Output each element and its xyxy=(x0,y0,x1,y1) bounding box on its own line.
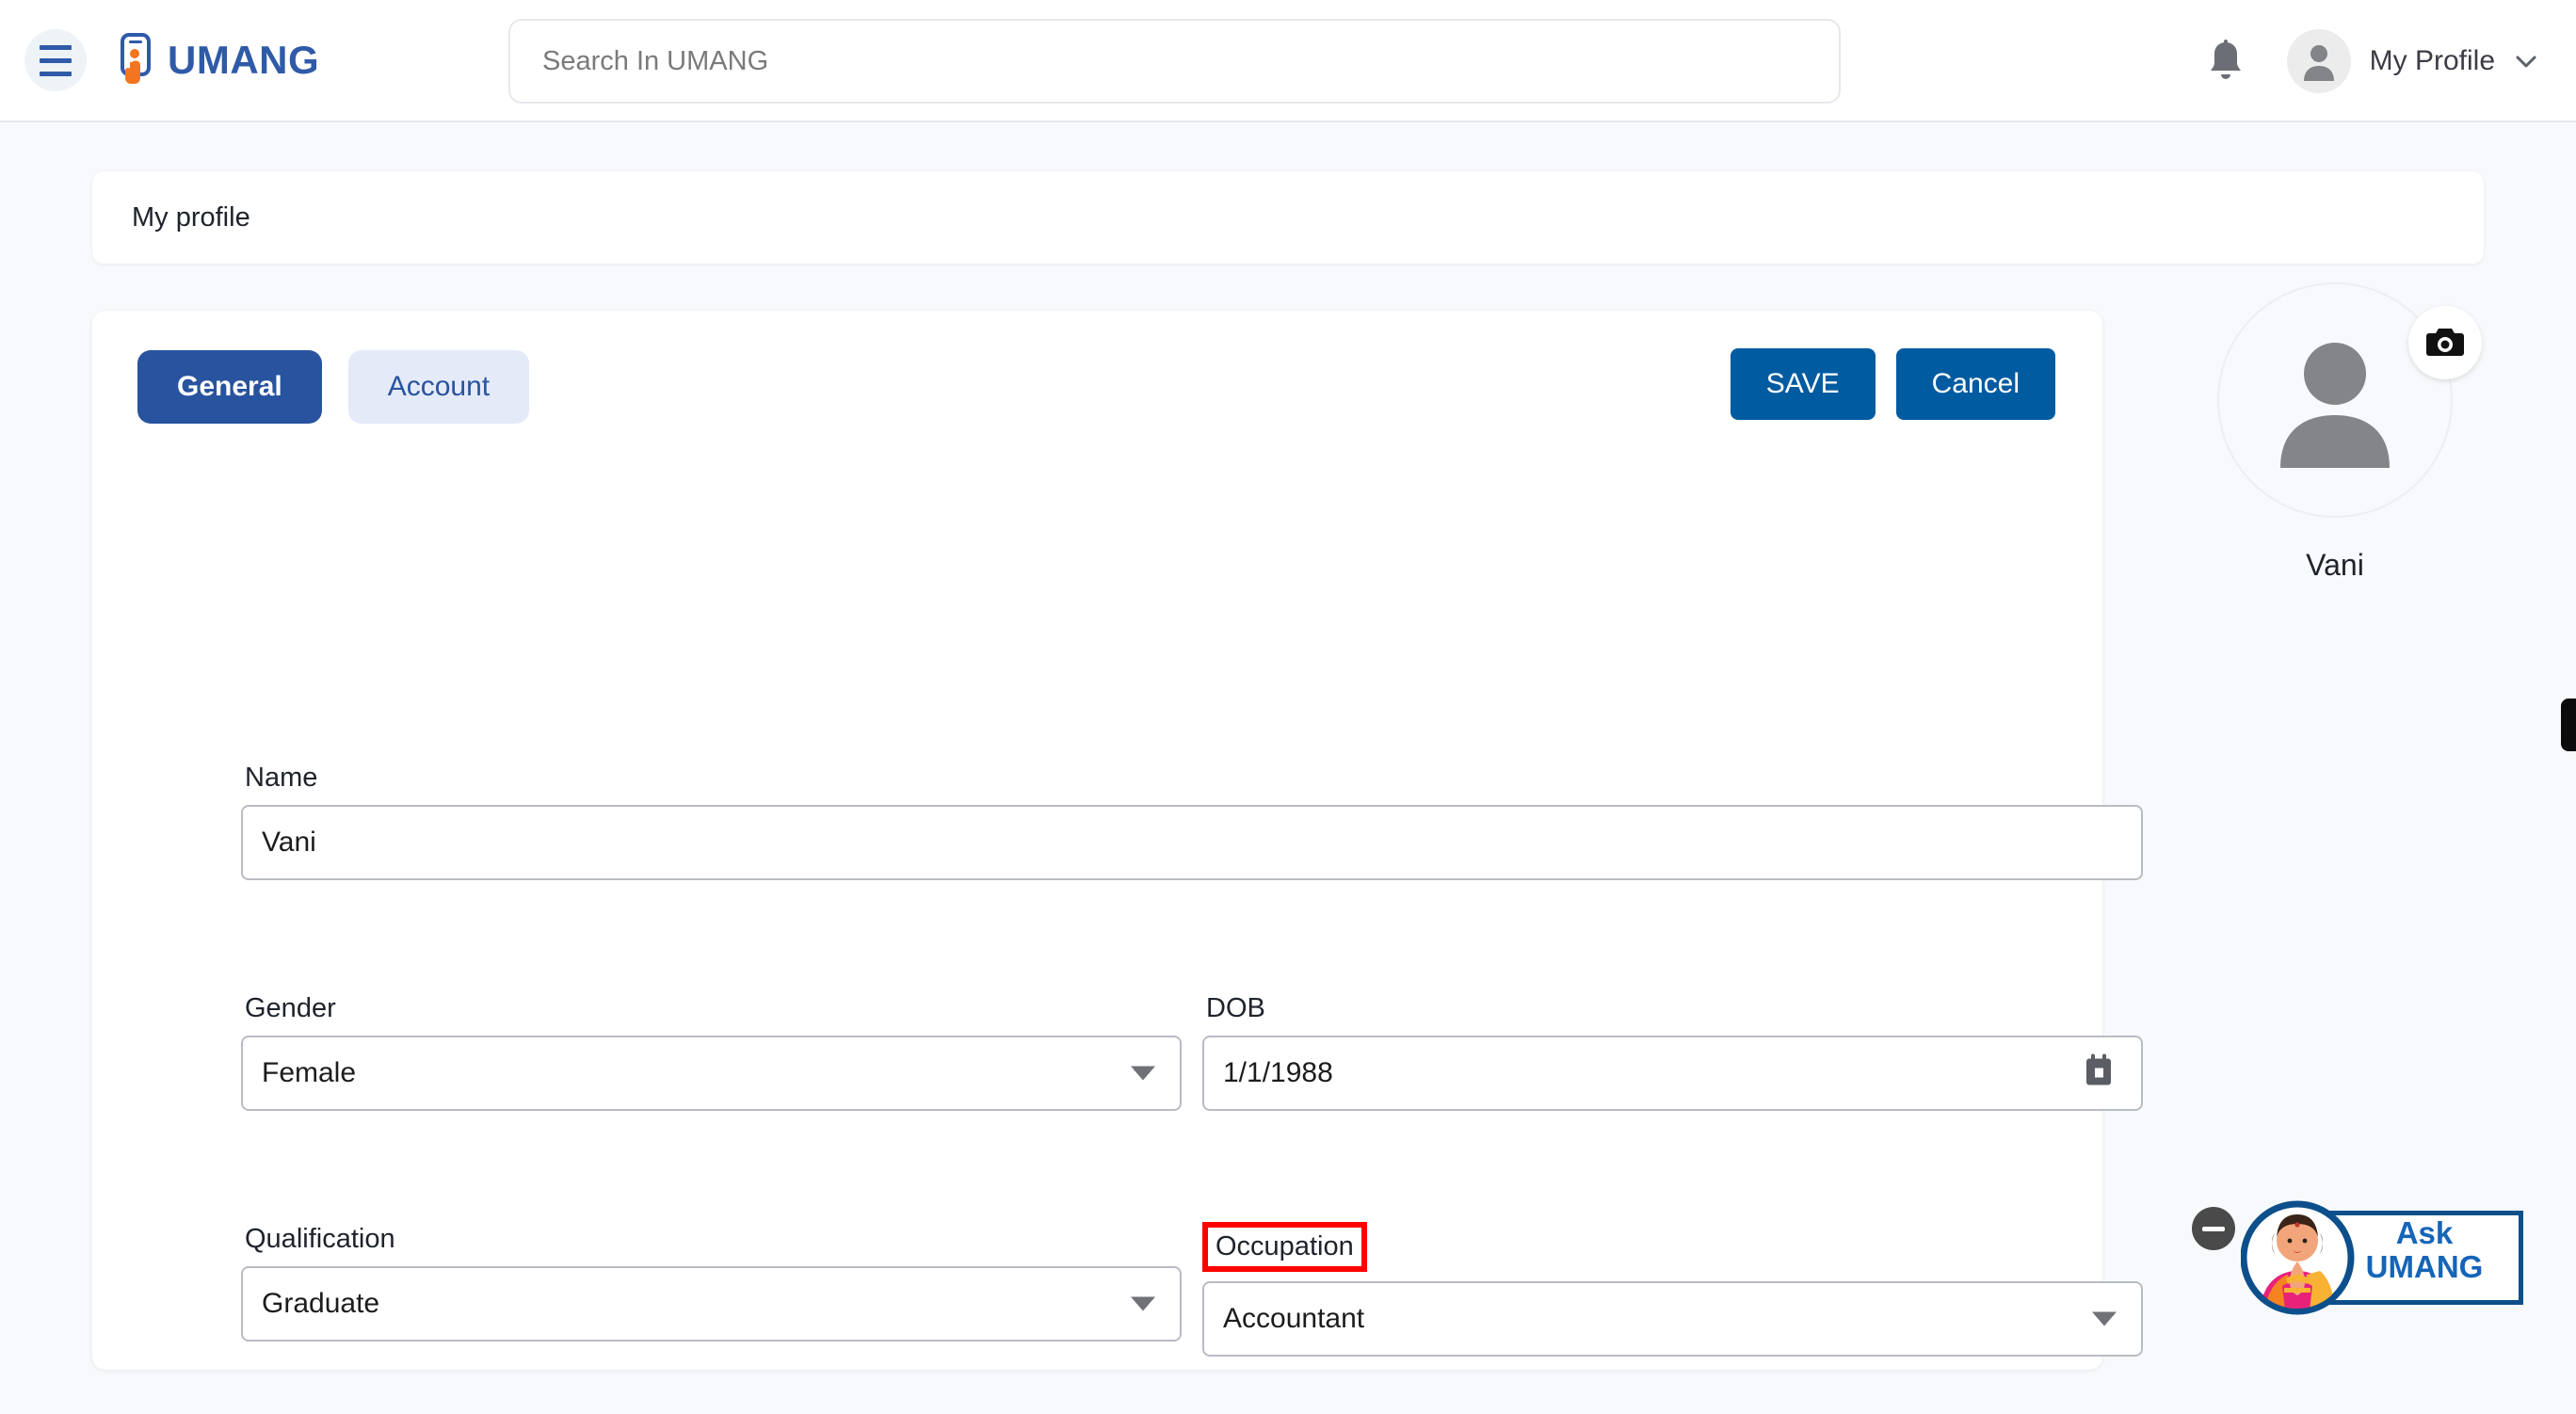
field-name: Name Vani xyxy=(241,761,2143,880)
tab-general[interactable]: General xyxy=(137,350,322,424)
profile-panel-name: Vani xyxy=(2306,548,2364,582)
occupation-select[interactable]: Accountant xyxy=(1202,1281,2143,1357)
user-avatar-icon xyxy=(2286,29,2351,93)
dropdown-caret-icon xyxy=(1131,1296,1155,1311)
form-fields: Name Vani Gender Female DOB 1/1/1988 Qua… xyxy=(241,761,2143,1414)
row-spacer xyxy=(241,1120,2143,1222)
form-row-name: Name Vani xyxy=(241,761,2143,880)
search-input[interactable] xyxy=(508,19,1841,104)
profile-photo-panel: Vani xyxy=(2165,282,2504,583)
row-spacer xyxy=(241,890,2143,991)
tab-account[interactable]: Account xyxy=(347,350,530,424)
gender-select[interactable]: Female xyxy=(241,1036,1182,1111)
brand-logo-group[interactable]: UMANG xyxy=(113,33,319,88)
dob-value: 1/1/1988 xyxy=(1223,1057,1333,1088)
field-label-qualification: Qualification xyxy=(245,1224,395,1254)
camera-icon[interactable] xyxy=(2408,306,2482,379)
name-value: Vani xyxy=(262,827,316,858)
field-gender: Gender Female xyxy=(241,991,1182,1111)
hamburger-icon[interactable] xyxy=(24,29,87,91)
dropdown-caret-icon xyxy=(2092,1311,2117,1326)
field-dob: DOB 1/1/1988 xyxy=(1202,991,2143,1111)
name-input[interactable]: Vani xyxy=(241,805,2143,880)
chevron-down-icon xyxy=(2514,49,2538,73)
umang-phone-hand-logo-icon xyxy=(113,33,160,88)
row-spacer xyxy=(241,1366,2143,1414)
bell-icon[interactable] xyxy=(2193,28,2259,94)
minus-bar xyxy=(2202,1226,2225,1231)
brand-name: UMANG xyxy=(168,38,320,82)
search-box[interactable] xyxy=(508,19,1841,104)
profile-label: My Profile xyxy=(2369,45,2495,76)
minus-icon[interactable] xyxy=(2192,1207,2235,1250)
umang-assistant-avatar-icon xyxy=(2240,1196,2361,1318)
field-label-gender: Gender xyxy=(245,993,336,1023)
app-root: UMANG My Profile xyxy=(0,0,2576,1414)
calendar-icon[interactable] xyxy=(2083,1053,2115,1093)
cancel-button[interactable]: Cancel xyxy=(1895,348,2055,420)
gender-value: Female xyxy=(262,1057,357,1088)
dob-input[interactable]: 1/1/1988 xyxy=(1202,1036,2143,1111)
breadcrumb: My profile xyxy=(92,171,2484,264)
field-label-dob: DOB xyxy=(1206,993,1265,1023)
profile-form-card: General Account SAVE Cancel Name Vani Ge… xyxy=(92,311,2143,1370)
hamburger-line xyxy=(40,71,72,76)
hamburger-line xyxy=(40,44,72,50)
tab-group: General Account xyxy=(137,350,530,424)
form-row-gender-dob: Gender Female DOB 1/1/1988 xyxy=(241,991,2143,1111)
form-row-qualification-occupation: Qualification Graduate Occupation Accoun… xyxy=(241,1222,2143,1357)
qualification-value: Graduate xyxy=(262,1288,380,1319)
field-occupation: Occupation Accountant xyxy=(1202,1222,2143,1357)
header-right-group: My Profile xyxy=(2193,0,2538,122)
page-title: My profile xyxy=(132,201,250,233)
field-qualification: Qualification Graduate xyxy=(241,1222,1182,1357)
qualification-select[interactable]: Graduate xyxy=(241,1266,1182,1342)
hamburger-line xyxy=(40,57,72,63)
occupation-value: Accountant xyxy=(1223,1303,1365,1334)
app-header: UMANG My Profile xyxy=(0,0,2576,122)
ask-umang-widget[interactable]: Ask UMANG xyxy=(2192,1196,2523,1318)
profile-menu[interactable]: My Profile xyxy=(2286,29,2538,93)
edge-toggle-handle-icon[interactable] xyxy=(2561,699,2576,751)
dropdown-caret-icon xyxy=(1131,1066,1155,1081)
save-button[interactable]: SAVE xyxy=(1730,348,1876,420)
field-label-name: Name xyxy=(245,763,318,793)
field-label-occupation: Occupation xyxy=(1202,1222,1367,1272)
form-actions: SAVE Cancel xyxy=(1730,348,2055,420)
